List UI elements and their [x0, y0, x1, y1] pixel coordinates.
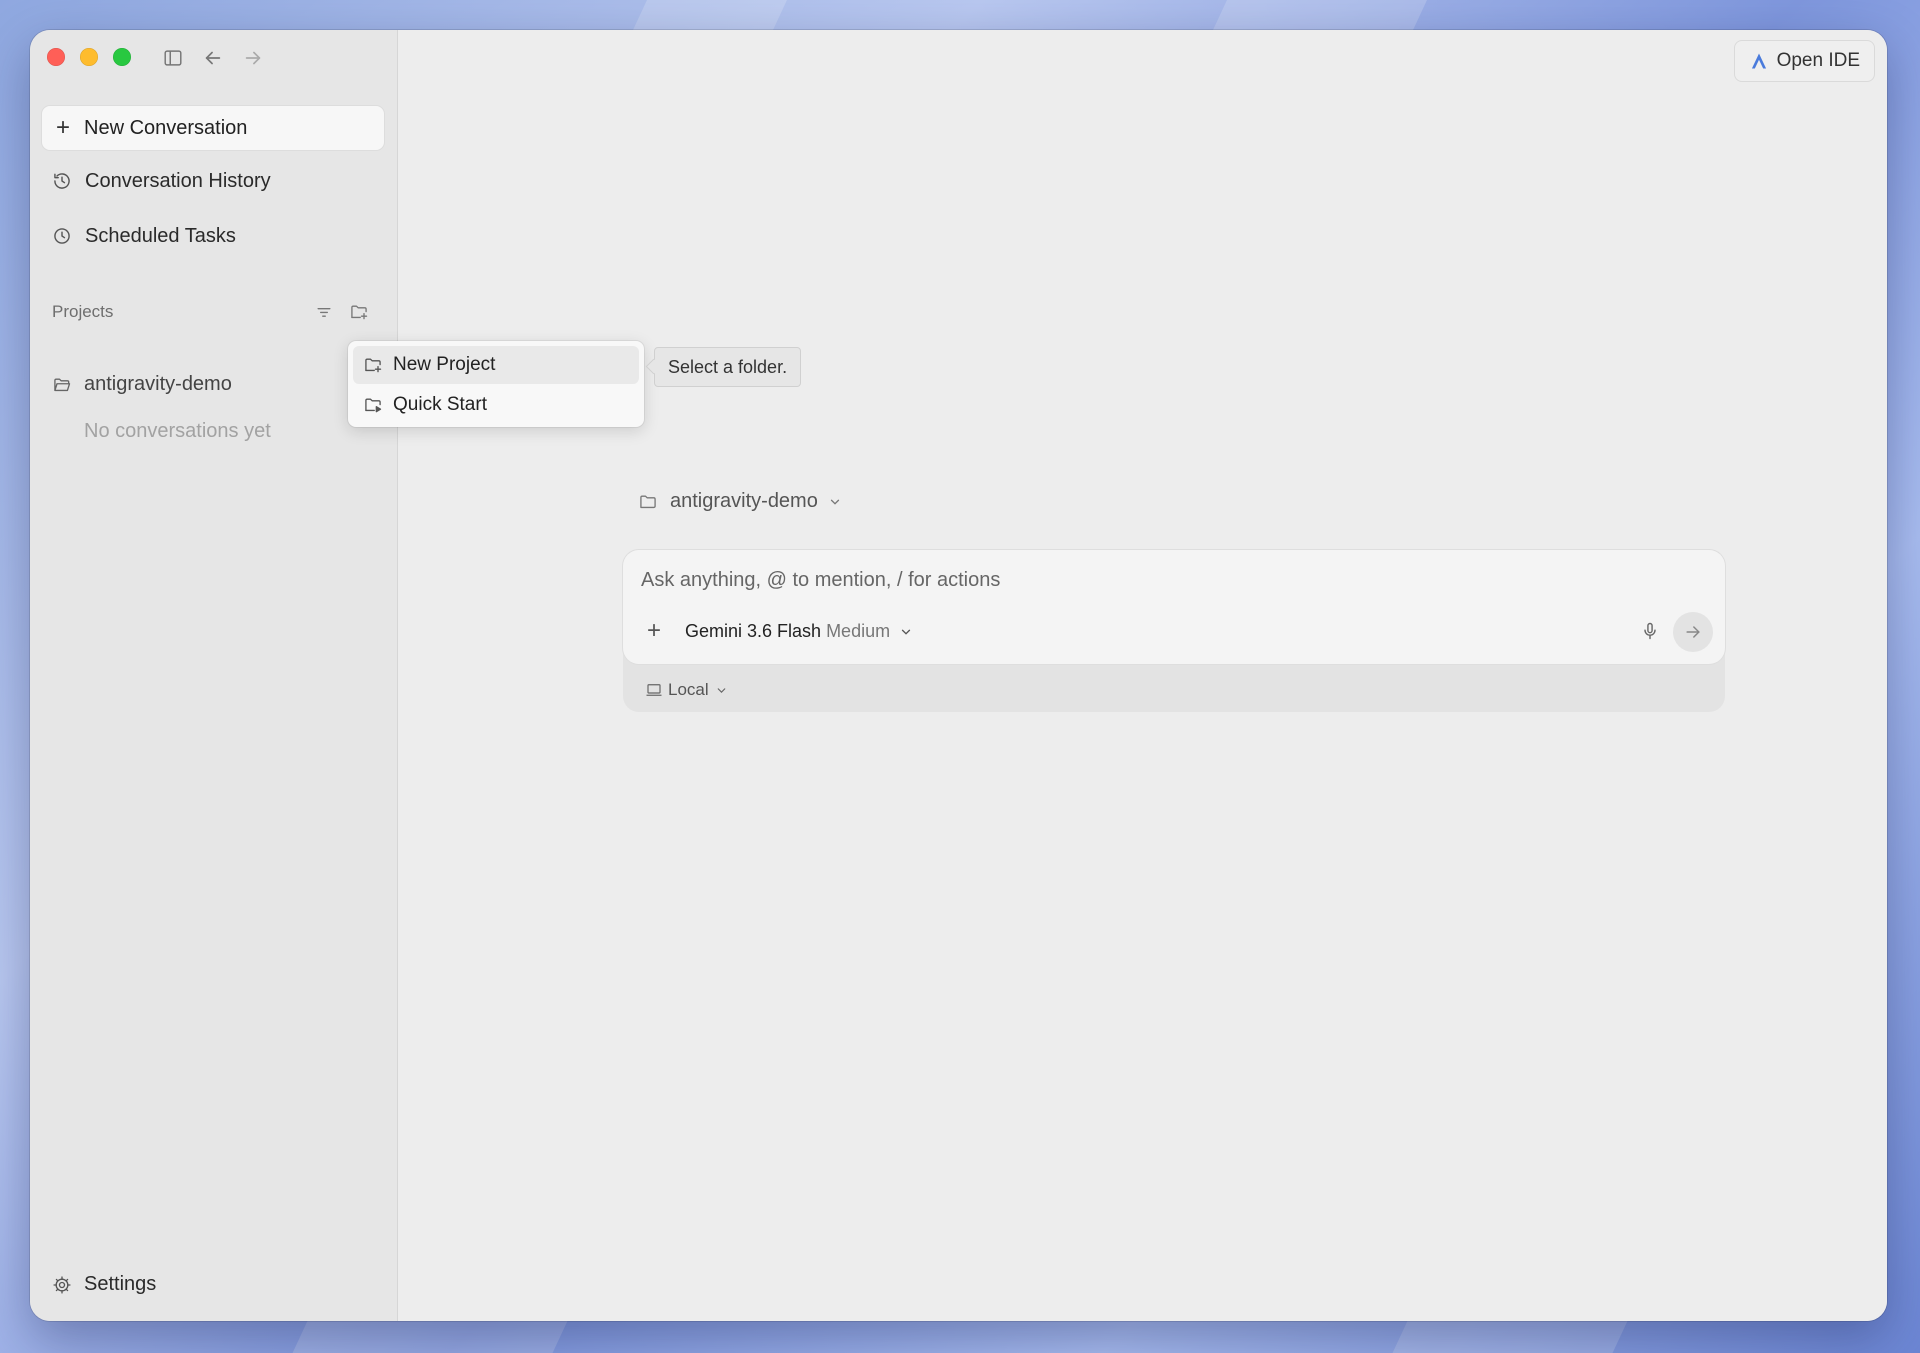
menu-item-label: New Project: [393, 354, 496, 375]
menu-item-quick-start[interactable]: Quick Start: [353, 386, 639, 424]
wallpaper-stripe: [1213, 0, 1427, 30]
forward-button[interactable]: [241, 46, 265, 70]
tooltip: Select a folder.: [654, 347, 802, 387]
project-selector-label: antigravity-demo: [670, 490, 818, 512]
attach-button[interactable]: +: [643, 617, 665, 644]
toggle-sidebar-button[interactable]: [161, 46, 185, 70]
composer-panel: + Gemini 3.6 Flash Medium: [623, 550, 1725, 712]
main-pane: Open IDE antigravity-demo + Gemini 3.6 F…: [398, 30, 1887, 1321]
chevron-down-icon: [715, 684, 728, 697]
new-conversation-label: New Conversation: [84, 116, 248, 139]
wallpaper-stripe: [633, 0, 787, 30]
model-name: Gemini 3.6 Flash: [685, 621, 822, 641]
arrow-right-icon: [1686, 626, 1700, 638]
chevron-down-icon: [828, 495, 842, 509]
composer-box: + Gemini 3.6 Flash Medium: [623, 550, 1725, 664]
plus-icon: +: [55, 114, 70, 141]
sidebar: + New Conversation Conversation History …: [30, 30, 398, 1321]
wallpaper-stripe: [1392, 1321, 1628, 1353]
filter-icon: [317, 308, 331, 317]
no-conversations-text: No conversations yet: [84, 420, 271, 442]
sidebar-icon: [164, 50, 182, 66]
add-project-button[interactable]: [348, 301, 370, 323]
project-selector[interactable]: antigravity-demo: [638, 490, 842, 513]
laptop-icon: [645, 681, 663, 699]
back-button[interactable]: [201, 46, 225, 70]
antigravity-logo-icon: [1751, 53, 1766, 69]
new-folder-icon: [351, 305, 368, 320]
folder-play-icon: [363, 394, 385, 416]
open-ide-label: Open IDE: [1776, 50, 1860, 71]
menu-item-new-project[interactable]: New Project: [353, 346, 639, 384]
send-button[interactable]: [1673, 612, 1713, 652]
wallpaper-stripe: [292, 1321, 568, 1353]
clock-icon: [51, 225, 73, 247]
settings-label: Settings: [84, 1273, 157, 1295]
folder-open-icon: [52, 374, 74, 396]
new-conversation-button[interactable]: + New Conversation: [42, 106, 384, 150]
settings-button[interactable]: Settings: [52, 1273, 156, 1296]
model-effort: Medium: [826, 621, 891, 641]
plus-icon: +: [646, 617, 661, 644]
history-icon: [51, 170, 73, 192]
open-ide-button[interactable]: Open IDE: [1733, 40, 1875, 82]
app-window: + New Conversation Conversation History …: [30, 30, 1887, 1321]
microphone-button[interactable]: [1639, 620, 1661, 642]
sidebar-item-label: Scheduled Tasks: [85, 224, 236, 247]
sidebar-item-label: Conversation History: [85, 169, 271, 192]
maximize-window-button[interactable]: [113, 48, 131, 66]
project-name: antigravity-demo: [84, 373, 232, 395]
sidebar-item-scheduled-tasks[interactable]: Scheduled Tasks: [42, 216, 384, 256]
environment-label: Local: [668, 680, 709, 699]
project-add-menu: New Project Quick Start: [348, 341, 644, 427]
minimize-window-button[interactable]: [80, 48, 98, 66]
new-folder-icon: [363, 354, 385, 376]
prompt-input[interactable]: [639, 568, 1643, 593]
project-antigravity-demo[interactable]: antigravity-demo: [52, 373, 232, 396]
projects-header: Projects: [52, 302, 114, 321]
arrow-left-icon: [205, 51, 221, 65]
close-window-button[interactable]: [47, 48, 65, 66]
gear-icon: [52, 1274, 74, 1296]
chevron-down-icon: [899, 625, 913, 639]
model-selector[interactable]: Gemini 3.6 Flash Medium: [685, 621, 913, 642]
folder-icon: [638, 491, 660, 513]
sidebar-item-conversation-history[interactable]: Conversation History: [42, 161, 384, 201]
microphone-icon: [1644, 622, 1656, 640]
environment-selector[interactable]: Local: [645, 680, 728, 700]
arrow-right-icon: [245, 51, 261, 65]
menu-item-label: Quick Start: [393, 394, 487, 415]
filter-button[interactable]: [313, 301, 335, 323]
